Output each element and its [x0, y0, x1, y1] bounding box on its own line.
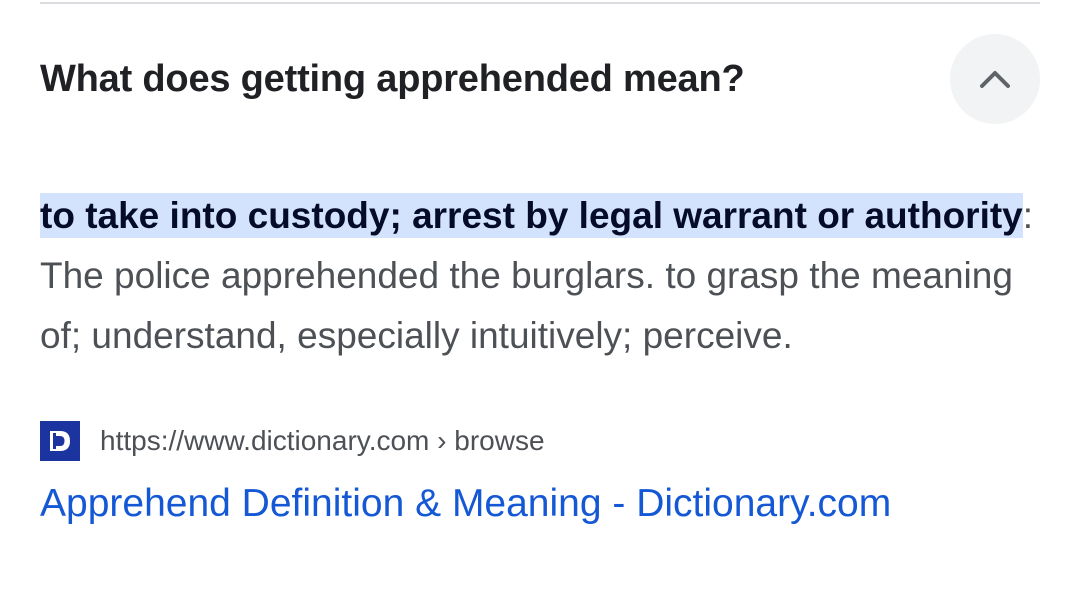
- top-divider: [40, 2, 1040, 4]
- answer-highlight: to take into custody; arrest by legal wa…: [40, 193, 1023, 238]
- faq-answer: to take into custody; arrest by legal wa…: [40, 186, 1050, 366]
- chevron-up-icon: [979, 69, 1011, 89]
- source-row[interactable]: https://www.dictionary.com › browse: [40, 420, 545, 462]
- source-url[interactable]: https://www.dictionary.com › browse: [100, 425, 545, 457]
- faq-question-row[interactable]: What does getting apprehended mean?: [40, 34, 1040, 124]
- result-title-link[interactable]: Apprehend Definition & Meaning - Diction…: [40, 482, 891, 526]
- collapse-button[interactable]: [950, 34, 1040, 124]
- dictionary-logo-icon: [40, 421, 80, 461]
- answer-separator: :: [1022, 195, 1034, 236]
- faq-question-text: What does getting apprehended mean?: [40, 58, 745, 100]
- answer-text: The police apprehended the burglars. to …: [40, 255, 1013, 356]
